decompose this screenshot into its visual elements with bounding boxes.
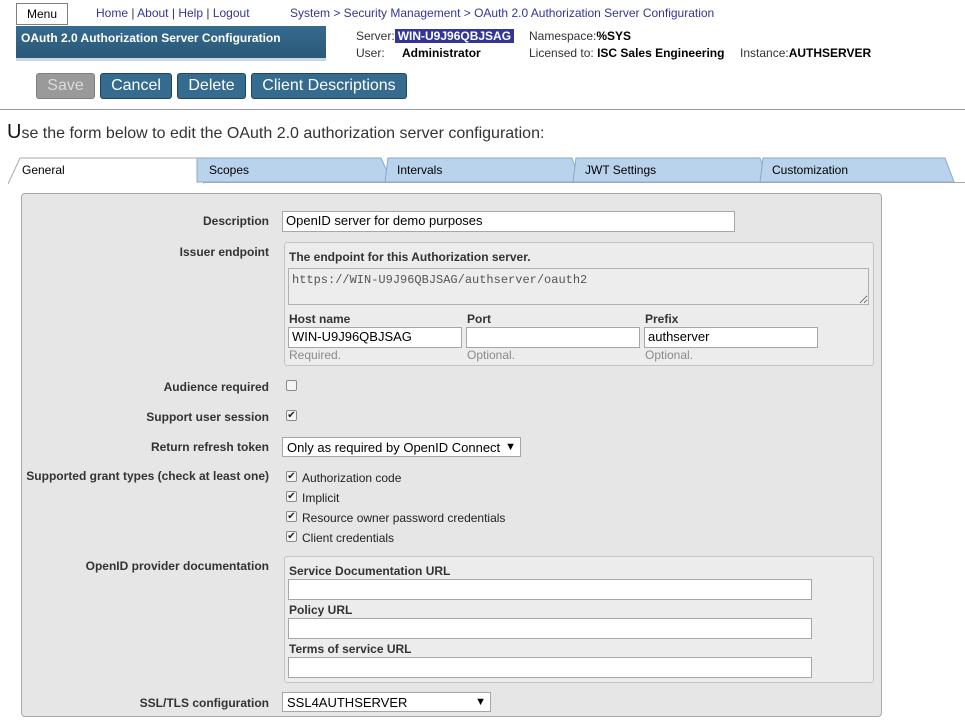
licensed-value: ISC Sales Engineering (597, 46, 725, 60)
issuer-caption: The endpoint for this Authorization serv… (289, 250, 531, 264)
server-value: WIN-U9J96QBJSAG (394, 29, 515, 43)
toolbar-divider (0, 109, 965, 110)
about-link[interactable]: About (137, 6, 168, 20)
issuer-endpoint-label: Issuer endpoint (179, 245, 269, 259)
audience-required-label: Audience required (163, 380, 269, 394)
tab-scopes[interactable]: Scopes (196, 157, 393, 183)
home-link[interactable]: Home (96, 6, 128, 20)
grant-implicit-label: Implicit (302, 491, 340, 505)
tos-url-label: Terms of service URL (289, 642, 412, 656)
tab-customization[interactable]: Customization (759, 157, 956, 183)
service-doc-url-label: Service Documentation URL (289, 564, 451, 578)
support-user-session-label: Support user session (146, 410, 269, 424)
delete-button[interactable]: Delete (177, 73, 246, 99)
return-refresh-token-value: Only as required by OpenID Connect (287, 439, 501, 455)
prefix-input[interactable]: authserver (644, 327, 818, 348)
dropdown-arrow-icon: ▼ (475, 696, 486, 708)
instance-value: AUTHSERVER (788, 46, 872, 60)
grant-password-label: Resource owner password credentials (302, 511, 506, 525)
top-nav: Home | About | Help | Logout (96, 6, 250, 20)
grant-authorization-code-label: Authorization code (302, 471, 402, 485)
port-hint: Optional. (467, 348, 516, 362)
user-info: User: Administrator (356, 46, 481, 60)
policy-url-input[interactable] (288, 618, 812, 639)
audience-required-checkbox[interactable] (286, 380, 297, 391)
prefix-label: Prefix (645, 312, 679, 326)
prefix-hint: Optional. (645, 348, 694, 362)
host-name-input[interactable]: WIN-U9J96QBJSAG (288, 327, 462, 348)
ssl-config-select[interactable]: SSL4AUTHSERVER ▼ (282, 692, 491, 712)
client-descriptions-button[interactable]: Client Descriptions (251, 73, 407, 99)
grant-client-credentials-checkbox[interactable] (286, 531, 297, 542)
server-info: Server: WIN-U9J96QBJSAG (356, 29, 515, 43)
ssl-config-value: SSL4AUTHSERVER (287, 694, 408, 710)
support-user-session-checkbox[interactable] (286, 410, 297, 421)
namespace-value: %SYS (596, 29, 632, 43)
tab-general[interactable]: General (8, 157, 204, 184)
menu-button[interactable]: Menu (16, 3, 68, 25)
host-name-label: Host name (289, 312, 351, 326)
grant-password-checkbox[interactable] (286, 511, 297, 522)
port-label: Port (467, 312, 491, 326)
licensed-info: Licensed to: ISC Sales Engineering (529, 46, 725, 60)
host-name-hint: Required. (289, 348, 342, 362)
return-refresh-token-label: Return refresh token (150, 440, 269, 454)
save-button[interactable]: Save (36, 73, 95, 99)
page-title: OAuth 2.0 Authorization Server Configura… (16, 26, 326, 61)
tab-intervals[interactable]: Intervals (384, 157, 581, 183)
ssl-config-label: SSL/TLS configuration (139, 696, 269, 710)
logout-link[interactable]: Logout (213, 6, 250, 20)
openid-docs-label: OpenID provider documentation (85, 559, 269, 573)
intro-text: Use the form below to edit the OAuth 2.0… (7, 121, 545, 143)
breadcrumb[interactable]: System > Security Management > OAuth 2.0… (290, 6, 714, 20)
service-doc-url-input[interactable] (288, 579, 812, 600)
description-input[interactable]: OpenID server for demo purposes (282, 211, 735, 232)
policy-url-label: Policy URL (289, 603, 353, 617)
help-link[interactable]: Help (178, 6, 203, 20)
namespace-info: Namespace:%SYS (529, 29, 632, 43)
user-value: Administrator (402, 46, 481, 60)
instance-info: Instance:AUTHSERVER (740, 46, 872, 60)
grant-client-credentials-label: Client credentials (302, 531, 395, 545)
dropdown-arrow-icon: ▼ (505, 441, 516, 453)
grant-types-label: Supported grant types (check at least on… (26, 469, 269, 483)
issuer-url-field[interactable]: https://WIN-U9J96QBJSAG/authserver/oauth… (288, 268, 869, 305)
cancel-button[interactable]: Cancel (100, 73, 172, 99)
grant-implicit-checkbox[interactable] (286, 491, 297, 502)
tos-url-input[interactable] (288, 657, 812, 678)
port-input[interactable] (466, 327, 640, 348)
description-label: Description (202, 214, 269, 228)
tab-jwt-settings[interactable]: JWT Settings (572, 157, 769, 183)
return-refresh-token-select[interactable]: Only as required by OpenID Connect ▼ (282, 437, 521, 457)
grant-authorization-code-checkbox[interactable] (286, 471, 297, 482)
